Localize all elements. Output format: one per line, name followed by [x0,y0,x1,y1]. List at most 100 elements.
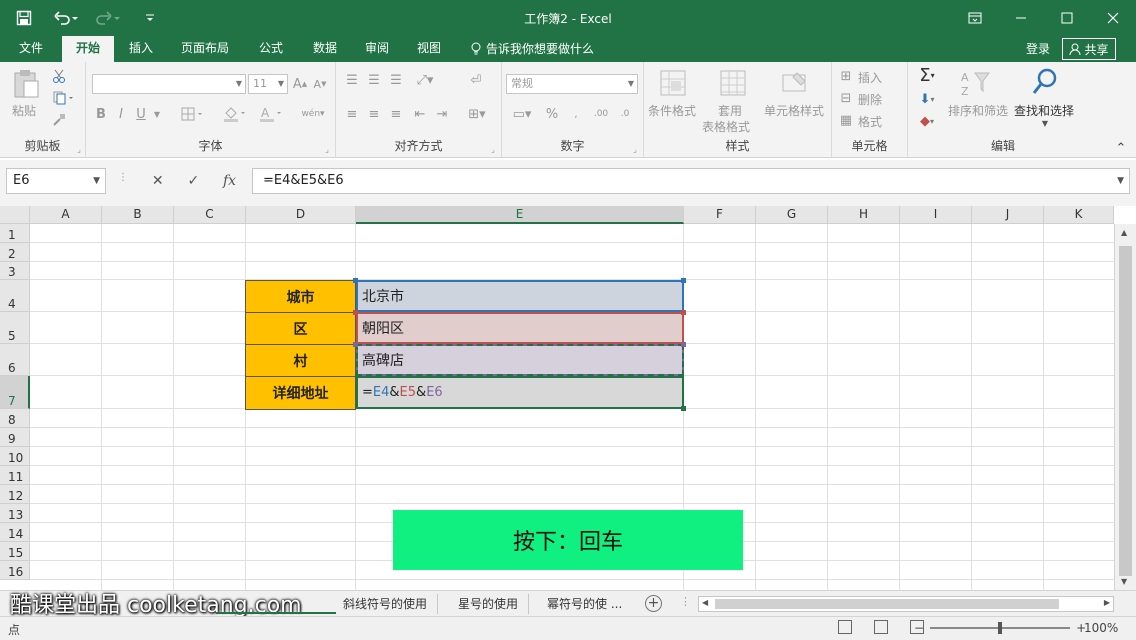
font-launcher-icon[interactable]: ⌟ [322,144,332,154]
cell-e4[interactable]: 北京市 [356,280,684,312]
align-left-icon[interactable]: ≡ [344,106,360,122]
shrink-font-icon[interactable]: A ▼ [312,74,328,94]
range-handle[interactable] [681,342,686,347]
chevron-down-icon[interactable]: ▼ [93,169,100,193]
column-header-k[interactable]: K [1044,206,1114,224]
chevron-down-icon[interactable]: ▼ [1040,118,1050,128]
cell-d7[interactable]: 详细地址 [245,376,356,410]
row-header-10[interactable]: 10 [0,447,30,466]
bold-button[interactable]: B [94,104,108,124]
tab-file[interactable]: 文件 [8,36,54,62]
enter-icon[interactable]: ✓ [187,173,199,189]
tab-review[interactable]: 审阅 [354,36,400,62]
column-header-e[interactable]: E [356,206,684,224]
zoom-slider-knob[interactable] [998,622,1003,634]
copy-button[interactable] [50,90,78,106]
align-top-icon[interactable]: ☰ [344,72,360,88]
cut-button[interactable] [50,68,68,84]
align-center-icon[interactable]: ≡ [366,106,382,122]
grow-font-icon[interactable]: A ▲ [292,74,308,94]
expand-formula-icon[interactable]: ▼ [1117,169,1124,193]
formula-bar-splitter[interactable]: ⋮ [118,172,128,183]
fill-handle[interactable] [681,406,686,411]
row-header-3[interactable]: 3 [0,262,30,280]
normal-view-icon[interactable] [838,620,852,634]
page-layout-view-icon[interactable] [874,620,888,634]
autosum-icon[interactable]: Σ ▾ [912,65,942,86]
fill-icon[interactable]: ⬇ ▾ [912,90,942,108]
tab-splitter-icon[interactable]: ⋮ [680,595,691,608]
column-header-f[interactable]: F [684,206,756,224]
row-header-15[interactable]: 15 [0,542,30,561]
sheet-tab-asterisk[interactable]: 星号的使用 [448,594,530,614]
zoom-slider[interactable] [930,622,1071,634]
sheet-tab-slash[interactable]: 斜线符号的使用 [333,594,439,614]
tab-data[interactable]: 数据 [302,36,348,62]
minimize-button[interactable] [998,0,1044,36]
cell-e5[interactable]: 朝阳区 [356,312,684,344]
decrease-decimal-icon[interactable]: .0 [616,106,634,122]
insert-cells-label[interactable]: 插入 [858,69,882,86]
column-header-h[interactable]: H [828,206,900,224]
cancel-icon[interactable]: ✕ [152,173,164,189]
scroll-left-icon[interactable]: ◀ [702,598,708,607]
increase-decimal-icon[interactable]: .00 [592,106,610,122]
range-handle[interactable] [681,310,686,315]
vertical-scroll-thumb[interactable] [1119,246,1132,576]
range-handle[interactable] [353,342,358,347]
delete-cells-label[interactable]: 删除 [858,91,882,108]
row-header-9[interactable]: 9 [0,428,30,447]
number-format-select[interactable]: 常规 ▼ [506,74,638,94]
cell-e7[interactable]: = E4 & E5 & E6 [356,376,684,409]
select-all-corner[interactable] [0,206,30,224]
cell-d6[interactable]: 村 [245,344,356,377]
horizontal-scrollbar[interactable]: ◀ ▶ [698,596,1114,612]
insert-function-button[interactable]: fx [223,173,236,189]
column-header-b[interactable]: B [102,206,174,224]
range-handle[interactable] [681,278,686,283]
fill-color-button[interactable] [222,104,250,124]
collapse-ribbon-icon[interactable]: ⌃ [1114,141,1128,156]
cell-d5[interactable]: 区 [245,312,356,345]
row-header-13[interactable]: 13 [0,504,30,523]
row-header-1[interactable]: 1 [0,224,30,243]
scroll-up-icon[interactable]: ▲ [1121,228,1127,237]
tab-formulas[interactable]: 公式 [248,36,294,62]
column-header-i[interactable]: I [900,206,972,224]
row-header-11[interactable]: 11 [0,466,30,485]
add-sheet-icon[interactable]: + [645,595,662,612]
share-button[interactable]: 共享 [1062,38,1116,60]
align-bottom-icon[interactable]: ☰ [388,72,404,88]
horizontal-scroll-thumb[interactable] [715,599,1059,609]
number-launcher-icon[interactable]: ⌟ [630,144,640,154]
row-header-2[interactable]: 2 [0,243,30,262]
underline-button[interactable]: U [134,104,148,124]
column-header-a[interactable]: A [30,206,102,224]
font-name-select[interactable]: ▼ [92,74,246,94]
row-header-5[interactable]: 5 [0,312,30,344]
close-button[interactable] [1090,0,1136,36]
increase-indent-icon[interactable]: ⇥ [434,106,450,122]
format-painter-button[interactable] [50,112,68,128]
row-header-7[interactable]: 7 [0,376,30,409]
tab-home[interactable]: 开始 [62,36,114,62]
column-header-j[interactable]: J [972,206,1044,224]
row-header-8[interactable]: 8 [0,409,30,428]
tell-me-search[interactable]: 告诉我你想要做什么 [470,40,594,57]
paste-button[interactable] [10,68,42,100]
format-cells-label[interactable]: 格式 [858,113,882,130]
scroll-right-icon[interactable]: ▶ [1104,598,1110,607]
row-header-12[interactable]: 12 [0,485,30,504]
percent-style-button[interactable]: % [544,106,560,122]
comma-style-icon[interactable]: , [568,106,584,122]
alignment-launcher-icon[interactable]: ⌟ [488,144,498,154]
range-handle[interactable] [353,310,358,315]
wrap-text-icon[interactable]: ⏎ [466,72,486,88]
zoom-level[interactable]: 100% [1084,621,1118,635]
column-header-c[interactable]: C [174,206,246,224]
name-box[interactable]: E6 ▼ [6,168,106,194]
row-header-6[interactable]: 6 [0,344,30,376]
format-as-table-button[interactable] [718,68,748,98]
find-select-button[interactable] [1030,66,1060,98]
font-color-button[interactable]: A [258,104,286,124]
